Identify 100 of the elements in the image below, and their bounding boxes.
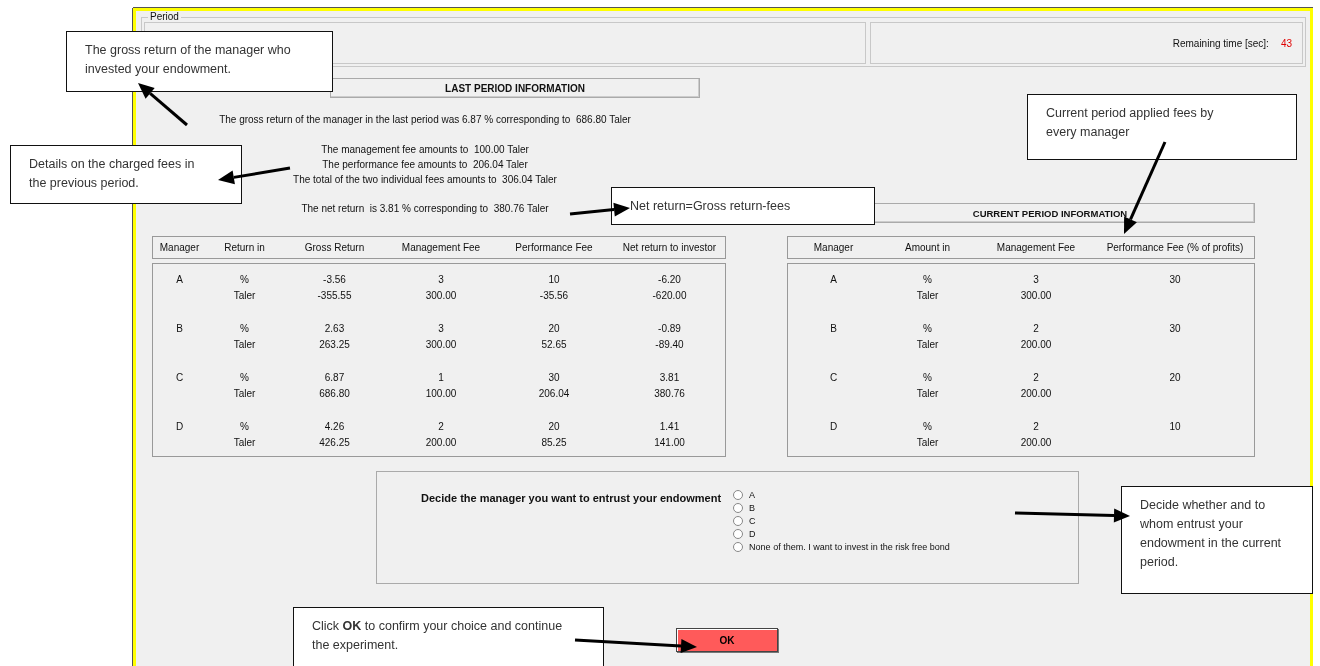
table-cell-text: Taler [915,437,940,450]
gross-return-text: The gross return of the manager in the last period was 6.87 % corresponding to 686.80 Taler [219,114,631,125]
table-cell-text: 686.80 [318,388,351,401]
table-cell-text: B [829,323,838,336]
table-cell-text: 100.00 [424,388,458,401]
table-cell-text: C [828,372,839,385]
column-header: Net return to investor [621,242,718,253]
column-header: Manager [158,242,201,253]
table-cell-text: 263.25 [318,339,351,352]
table-cell-text: A [175,274,184,287]
callout-note: Click OK to confirm your choice and continue the experiment. [293,607,604,666]
table-cell-text: % [922,372,933,385]
timer-value: 43 [1280,37,1292,49]
callout-note: Decide whether and to whom entrust your endowment in the current period. [1121,486,1313,594]
ok-button[interactable]: OK [676,628,778,652]
fee-text: The total of the two individual fees amounts to 306.04 Taler [293,173,557,187]
table-cell-text: 6.87 [323,372,346,385]
table-cell-text: -355.55 [316,290,353,303]
column-header: Performance Fee (% of profits) [1105,242,1245,253]
table-cell-text: 141.00 [653,437,686,450]
column-header: Amount in [904,242,951,253]
table-cell-text: 20 [1168,372,1182,385]
period-label: Period [148,11,181,22]
table-cell-text: 85.25 [540,437,568,450]
table-cell-text: Taler [232,339,257,352]
callout-note: The gross return of the manager who invested your endowment. [66,31,333,92]
table-cell-text: -6.20 [657,274,682,287]
table-cell-text: -620.00 [651,290,688,303]
table-cell-text: Taler [232,437,257,450]
table-cell-text: 3 [437,274,445,287]
table-cell-text: 2 [1032,323,1040,336]
table-cell-text: -89.40 [654,339,685,352]
column-header: Return in [223,242,266,253]
table-cell-text: % [239,372,250,385]
table-cell-text: 300.00 [424,339,458,352]
table-cell-text: 2.63 [323,323,346,336]
table-cell-text: 200.00 [1019,437,1053,450]
table-cell-text: A [829,274,838,287]
table-cell-text: 20 [547,323,561,336]
table-cell-text: -35.56 [538,290,570,303]
table-cell-text: 2 [437,421,445,434]
table-cell-text: B [175,323,184,336]
column-header: Manager [812,242,855,253]
table-cell-text: D [828,421,839,434]
table-cell-text: 206.04 [537,388,571,401]
table-cell-text: 52.65 [540,339,568,352]
column-header: Management Fee [995,242,1077,253]
pointer-arrow [569,202,630,217]
radio-option[interactable]: D [733,529,950,539]
table-cell-text: 3 [1032,274,1040,287]
table-cell-text: % [922,323,933,336]
table-cell-text: 30 [1168,274,1182,287]
table-cell-text: 380.76 [653,388,686,401]
section-title: LAST PERIOD INFORMATION [330,78,700,98]
decision-prompt: Decide the manager you want to entrust your endowment [421,492,722,506]
table-cell-text: 300.00 [1019,290,1053,303]
table-cell-text: 200.00 [1019,339,1053,352]
table-cell-text: 200.00 [424,437,458,450]
table-cell-text: % [922,421,933,434]
radio-option[interactable]: B [733,503,950,513]
table-cell-text: 1 [437,372,445,385]
table-cell-text: Taler [915,339,940,352]
table-cell-text: 30 [547,372,561,385]
table-cell-text: 20 [547,421,561,434]
table-cell-text: 3 [437,323,445,336]
table-cell-text: 3.81 [658,372,681,385]
table-cell-text: C [174,372,185,385]
table-cell-text: D [174,421,185,434]
callout-note: Details on the charged fees in the previous period. [10,145,242,204]
table-cell-text: 1.41 [658,421,681,434]
net-return-text: The net return is 3.81 % corresponding to 380.76 Taler [301,203,549,214]
table-cell-text: % [922,274,933,287]
fee-text: The performance fee amounts to 206.04 Taler [322,158,528,172]
table-cell-text: 200.00 [1019,388,1053,401]
table-cell-text: % [239,274,250,287]
table-cell-text: 30 [1168,323,1182,336]
table-cell-text: Taler [915,388,940,401]
table-cell-text: 2 [1032,372,1040,385]
table-cell-text: Taler [915,290,940,303]
callout-note: Net return=Gross return-fees [611,187,875,225]
table-cell-text: Taler [232,388,257,401]
table-cell-text: 10 [547,274,561,287]
timer-label: Remaining time [sec]: [1172,37,1269,49]
column-header: Management Fee [400,242,482,253]
table-cell-text: -3.56 [322,274,347,287]
table-cell-text: 426.25 [318,437,351,450]
fee-text: The management fee amounts to 100.00 Taler [321,143,529,157]
table-cell-text: 300.00 [424,290,458,303]
table-cell-text: 10 [1168,421,1182,434]
pointer-arrow [138,83,188,127]
radio-option[interactable]: None of them. I want to invest in the risk free bond [733,542,950,552]
table-cell-text: Taler [232,290,257,303]
callout-note: Current period applied fees by every manager [1027,94,1297,160]
table-cell-text: % [239,323,250,336]
column-header: Performance Fee [514,242,594,253]
table-cell-text: 4.26 [323,421,346,434]
radio-option[interactable]: C [733,516,950,526]
column-header: Gross Return [303,242,366,253]
radio-option[interactable]: A [733,490,950,500]
table-cell-text: -0.89 [657,323,682,336]
